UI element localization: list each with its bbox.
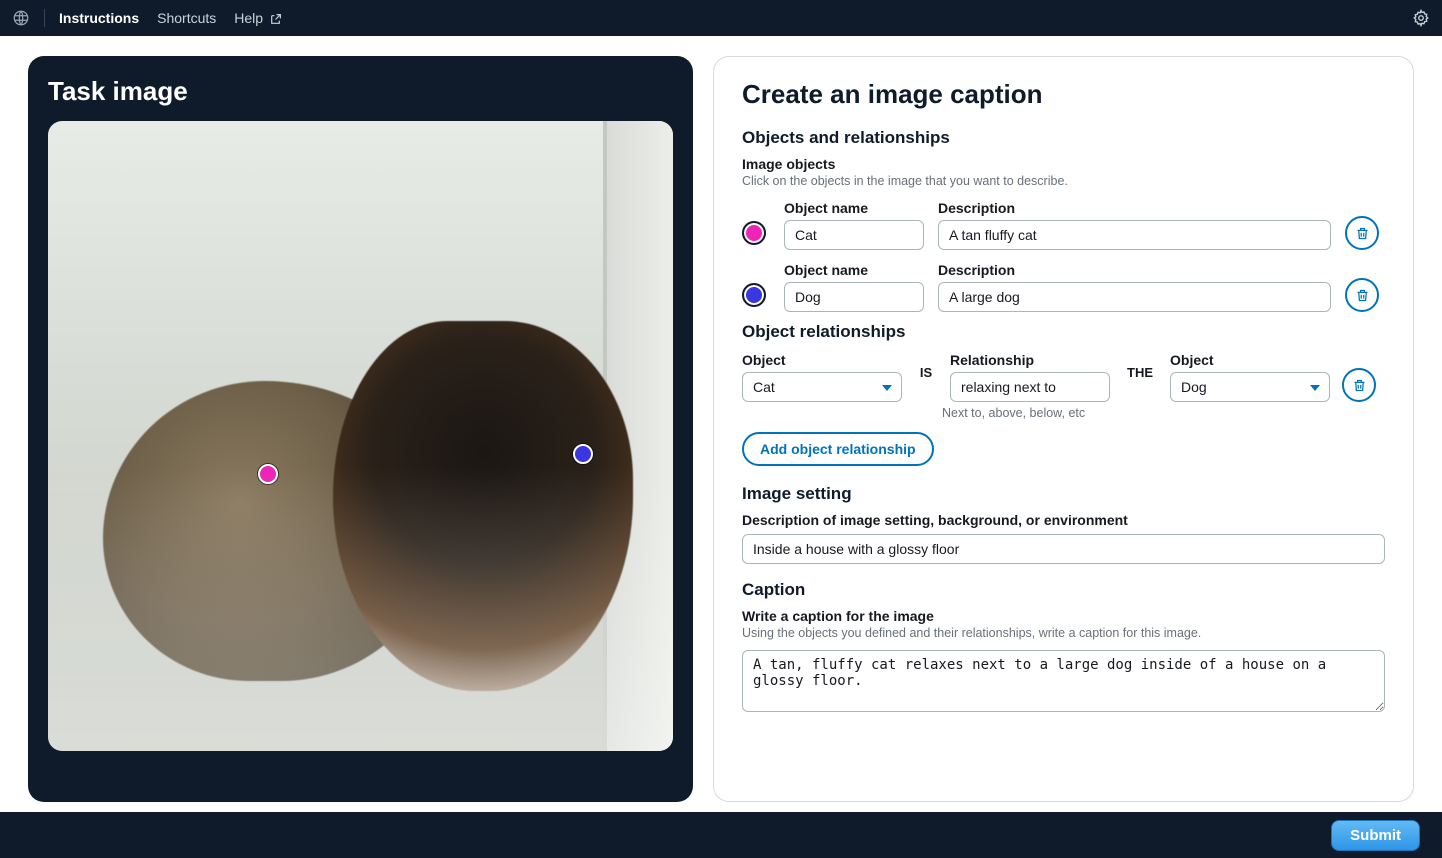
delete-relationship-button[interactable] bbox=[1342, 368, 1376, 402]
object-name-input[interactable] bbox=[784, 282, 924, 312]
form-panel: Create an image caption Objects and rela… bbox=[713, 56, 1414, 802]
rel-object-label: Object bbox=[1170, 352, 1330, 368]
image-objects-hint: Click on the objects in the image that y… bbox=[742, 174, 1385, 188]
top-bar: Instructions Shortcuts Help bbox=[0, 0, 1442, 36]
image-dog-blob bbox=[333, 321, 633, 691]
object-name-input[interactable] bbox=[784, 220, 924, 250]
relationship-hint: Next to, above, below, etc bbox=[942, 406, 1385, 420]
object-color-swatch bbox=[742, 283, 766, 307]
rel-subject-label: Object bbox=[742, 352, 902, 368]
object-row: Object name Description bbox=[742, 198, 1385, 250]
rel-object-select[interactable]: Dog bbox=[1170, 372, 1330, 402]
gear-icon bbox=[1412, 9, 1430, 27]
marker-dog[interactable] bbox=[573, 444, 593, 464]
add-relationship-button[interactable]: Add object relationship bbox=[742, 432, 934, 466]
main-content: Task image Create an image caption Objec… bbox=[0, 36, 1442, 812]
relationship-row: Object Cat IS Relationship THE Object Do… bbox=[742, 350, 1385, 402]
object-description-input[interactable] bbox=[938, 220, 1331, 250]
caption-hint: Using the objects you defined and their … bbox=[742, 626, 1385, 640]
trash-icon bbox=[1352, 378, 1367, 393]
external-link-icon bbox=[269, 13, 282, 26]
nav-instructions[interactable]: Instructions bbox=[59, 10, 139, 26]
object-description-label: Description bbox=[938, 262, 1331, 278]
caption-label: Write a caption for the image bbox=[742, 608, 1385, 624]
topbar-divider bbox=[44, 9, 45, 27]
settings-button[interactable] bbox=[1412, 9, 1430, 27]
task-image[interactable] bbox=[48, 121, 673, 751]
task-image-title: Task image bbox=[48, 76, 673, 107]
page-title: Create an image caption bbox=[742, 79, 1385, 110]
relationships-heading: Object relationships bbox=[742, 322, 1385, 342]
image-objects-label: Image objects bbox=[742, 156, 1385, 172]
object-color-swatch bbox=[742, 221, 766, 245]
marker-cat[interactable] bbox=[258, 464, 278, 484]
object-row: Object name Description bbox=[742, 260, 1385, 312]
object-name-label: Object name bbox=[784, 262, 924, 278]
rel-relation-input[interactable] bbox=[950, 372, 1110, 402]
object-name-label: Object name bbox=[784, 200, 924, 216]
caption-textarea[interactable] bbox=[742, 650, 1385, 712]
task-image-panel: Task image bbox=[28, 56, 693, 802]
rel-subject-select[interactable]: Cat bbox=[742, 372, 902, 402]
caption-heading: Caption bbox=[742, 580, 1385, 600]
bottom-bar: Submit bbox=[0, 812, 1442, 858]
object-description-label: Description bbox=[938, 200, 1331, 216]
submit-button[interactable]: Submit bbox=[1331, 820, 1420, 851]
object-description-input[interactable] bbox=[938, 282, 1331, 312]
setting-heading: Image setting bbox=[742, 484, 1385, 504]
trash-icon bbox=[1355, 226, 1370, 241]
nav-help[interactable]: Help bbox=[234, 10, 282, 26]
setting-label: Description of image setting, background… bbox=[742, 512, 1385, 528]
rel-is-word: IS bbox=[914, 365, 938, 388]
delete-object-button[interactable] bbox=[1345, 278, 1379, 312]
rel-the-word: THE bbox=[1122, 365, 1158, 388]
setting-input[interactable] bbox=[742, 534, 1385, 564]
trash-icon bbox=[1355, 288, 1370, 303]
nav-shortcuts[interactable]: Shortcuts bbox=[157, 10, 216, 26]
app-logo bbox=[12, 9, 30, 27]
objects-section-heading: Objects and relationships bbox=[742, 128, 1385, 148]
rel-relation-label: Relationship bbox=[950, 352, 1110, 368]
nav-help-label: Help bbox=[234, 10, 263, 26]
delete-object-button[interactable] bbox=[1345, 216, 1379, 250]
